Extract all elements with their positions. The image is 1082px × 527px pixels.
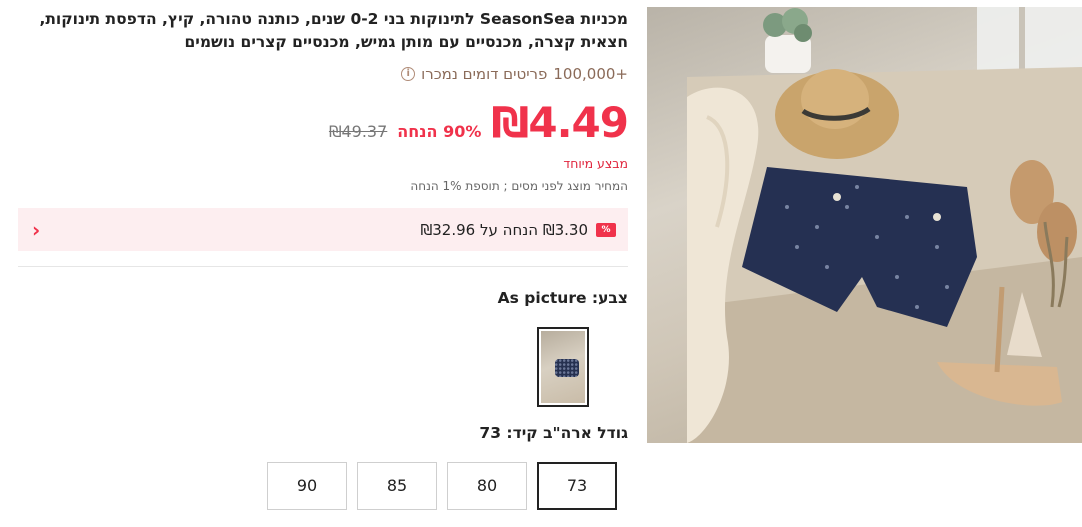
product-title: מכניות SeasonSea לתינוקות בני 0-2 שנים, … [39, 10, 628, 51]
original-price: ₪49.37 [328, 122, 388, 141]
swatch-shorts-graphic [555, 359, 579, 377]
sold-count: +100,000 [553, 65, 628, 83]
info-icon[interactable]: i [401, 67, 416, 81]
size-options: 73 80 85 90 [267, 462, 628, 510]
chevron-left-icon[interactable]: ‹ [32, 218, 40, 242]
price-row: ₪4.49 90% הנחה ₪49.37 [328, 98, 629, 147]
current-price: ₪4.49 [491, 98, 629, 147]
size-option-80[interactable]: 80 [447, 462, 527, 510]
color-label: צבע: As picture [497, 289, 628, 307]
sold-label: פריטים דומים נמכרו [421, 65, 548, 83]
percent-badge-icon: % [596, 222, 616, 237]
size-option-85[interactable]: 85 [357, 462, 437, 510]
product-main-image[interactable] [647, 7, 1082, 443]
sold-count-row: +100,000 פריטים דומים נמכרו i [401, 65, 628, 83]
discount-badge: 90% הנחה [397, 122, 482, 141]
size-label: גודל ארה"ב קיד: 73 [479, 424, 628, 442]
special-offer-label: מבצע מיוחד [563, 156, 628, 171]
coupon-banner[interactable]: % ₪3.30 הנחה על ₪32.96 ‹ [18, 208, 628, 251]
coupon-text: ₪3.30 הנחה על ₪32.96 [420, 220, 588, 239]
size-option-90[interactable]: 90 [267, 462, 347, 510]
divider [18, 266, 628, 267]
color-swatch-as-picture[interactable] [537, 327, 589, 407]
size-option-73[interactable]: 73 [537, 462, 617, 510]
color-swatch-image [541, 331, 585, 403]
tax-note: המחיר מוצג לפני מסים ; תוספת 1% הנחה [410, 179, 628, 193]
